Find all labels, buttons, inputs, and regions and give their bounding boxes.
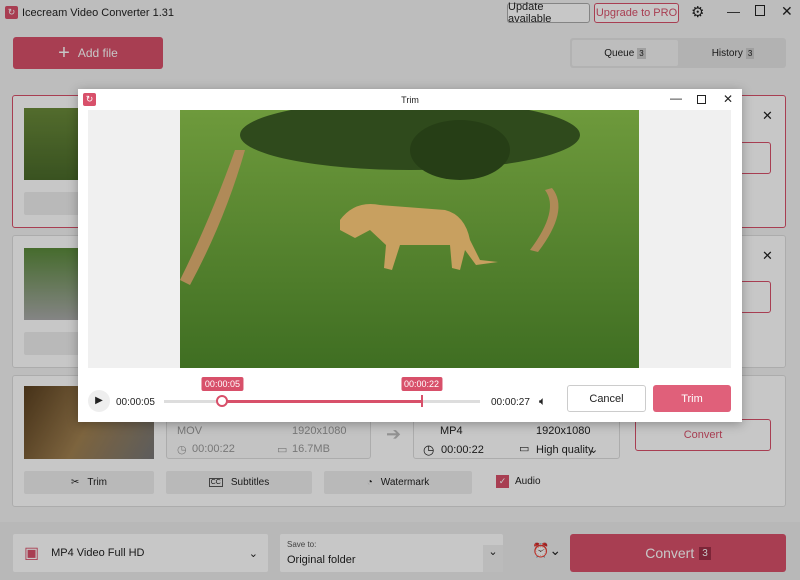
end-handle[interactable] <box>420 395 423 407</box>
cancel-button[interactable]: Cancel <box>567 385 646 412</box>
trim-range <box>222 400 422 403</box>
trim-confirm-button[interactable]: Trim <box>653 385 731 412</box>
maximize-icon[interactable] <box>697 95 706 104</box>
trim-dialog: ↻ Trim — ✕ ▶ 00:00:05 00:00:05 00:00:22 … <box>78 89 742 422</box>
total-time: 00:00:27 <box>491 397 530 408</box>
close-icon[interactable]: ✕ <box>723 92 733 106</box>
start-handle[interactable] <box>216 395 229 407</box>
trim-slider[interactable]: 00:00:05 00:00:22 <box>164 377 480 407</box>
end-marker-label: 00:00:22 <box>401 377 443 391</box>
dialog-title: Trim <box>401 95 419 105</box>
video-preview-area <box>88 110 731 368</box>
play-button[interactable]: ▶ <box>88 390 110 412</box>
current-time: 00:00:05 <box>116 397 155 408</box>
video-frame <box>180 110 639 368</box>
start-marker-label: 00:00:05 <box>201 377 243 391</box>
volume-icon[interactable]: 🔈︎ <box>539 394 546 409</box>
minimize-icon[interactable]: — <box>670 91 682 105</box>
